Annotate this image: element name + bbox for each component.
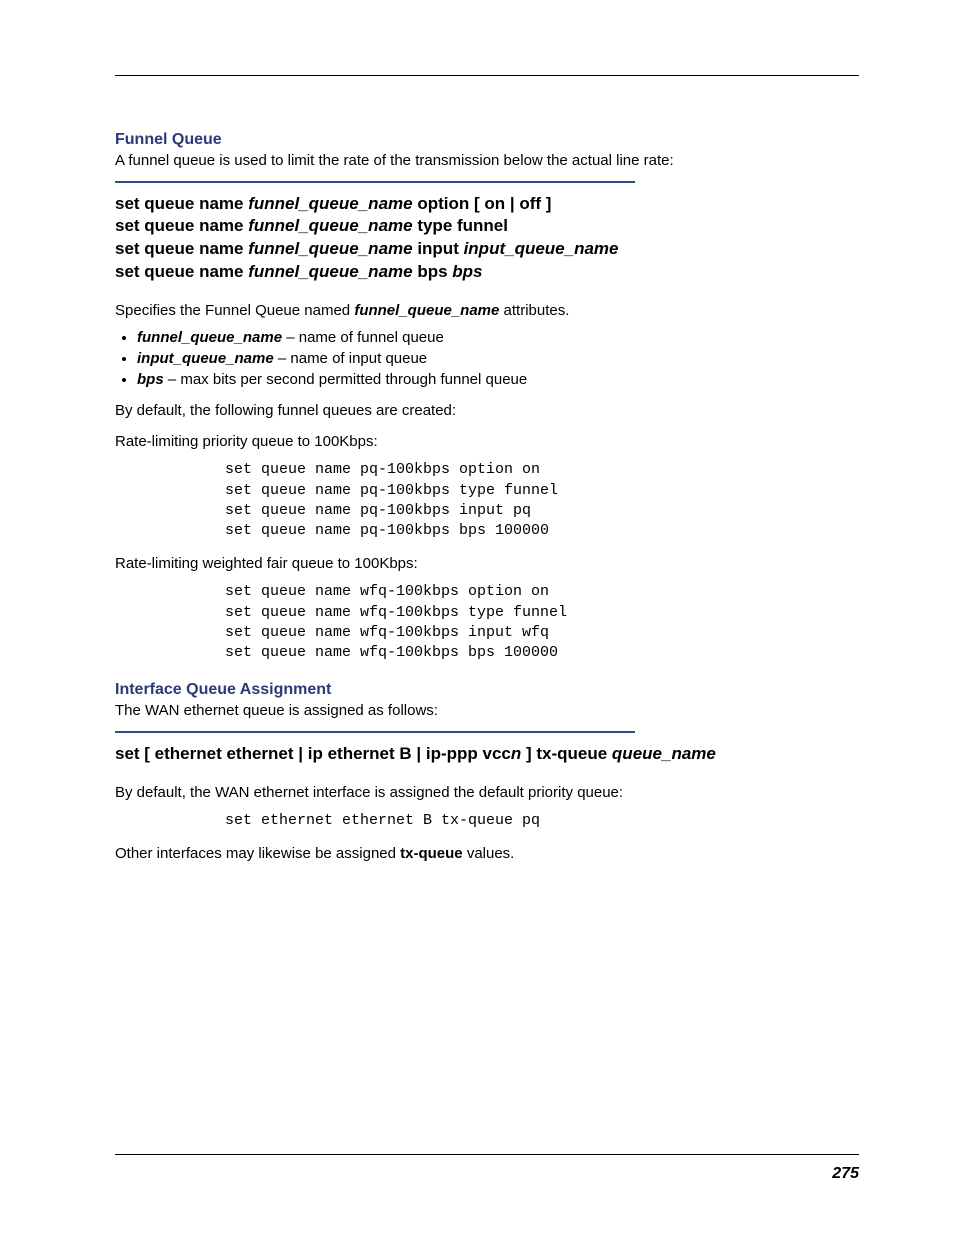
- code-block-pq: set queue name pq-100kbps option on set …: [225, 460, 859, 541]
- heading-funnel-queue: Funnel Queue: [115, 131, 859, 149]
- bottom-rule: [115, 1154, 859, 1155]
- cmd-line-3: set queue name funnel_queue_name input i…: [115, 238, 859, 261]
- code-block-wfq: set queue name wfq-100kbps option on set…: [225, 582, 859, 663]
- command-syntax-block: set queue name funnel_queue_name option …: [115, 193, 859, 285]
- rate2-label: Rate-limiting weighted fair queue to 100…: [115, 555, 859, 572]
- list-item: funnel_queue_name – name of funnel queue: [137, 329, 859, 346]
- cmd-line-2: set queue name funnel_queue_name type fu…: [115, 215, 859, 238]
- cmd-line-4: set queue name funnel_queue_name bps bps: [115, 261, 859, 284]
- spec-text: Specifies the Funnel Queue named funnel_…: [115, 302, 859, 319]
- rate1-label: Rate-limiting priority queue to 100Kbps:: [115, 433, 859, 450]
- blue-rule: [115, 181, 635, 183]
- document-page: Funnel Queue A funnel queue is used to l…: [0, 0, 954, 1235]
- default-text-2: By default, the WAN ethernet interface i…: [115, 784, 859, 801]
- list-item: input_queue_name – name of input queue: [137, 350, 859, 367]
- heading-iface-queue: Interface Queue Assignment: [115, 681, 859, 699]
- list-item: bps – max bits per second permitted thro…: [137, 371, 859, 388]
- intro-text-2: The WAN ethernet queue is assigned as fo…: [115, 701, 859, 721]
- intro-text: A funnel queue is used to limit the rate…: [115, 151, 859, 171]
- command-syntax-block-2: set [ ethernet ethernet | ip ethernet B …: [115, 743, 859, 766]
- cmd-line-1: set queue name funnel_queue_name option …: [115, 193, 859, 216]
- default-text: By default, the following funnel queues …: [115, 402, 859, 419]
- blue-rule: [115, 731, 635, 733]
- page-number: 275: [832, 1165, 859, 1183]
- other-text: Other interfaces may likewise be assigne…: [115, 845, 859, 862]
- code-block-ethernet: set ethernet ethernet B tx-queue pq: [225, 811, 859, 831]
- top-rule: [115, 75, 859, 76]
- param-list: funnel_queue_name – name of funnel queue…: [115, 329, 859, 388]
